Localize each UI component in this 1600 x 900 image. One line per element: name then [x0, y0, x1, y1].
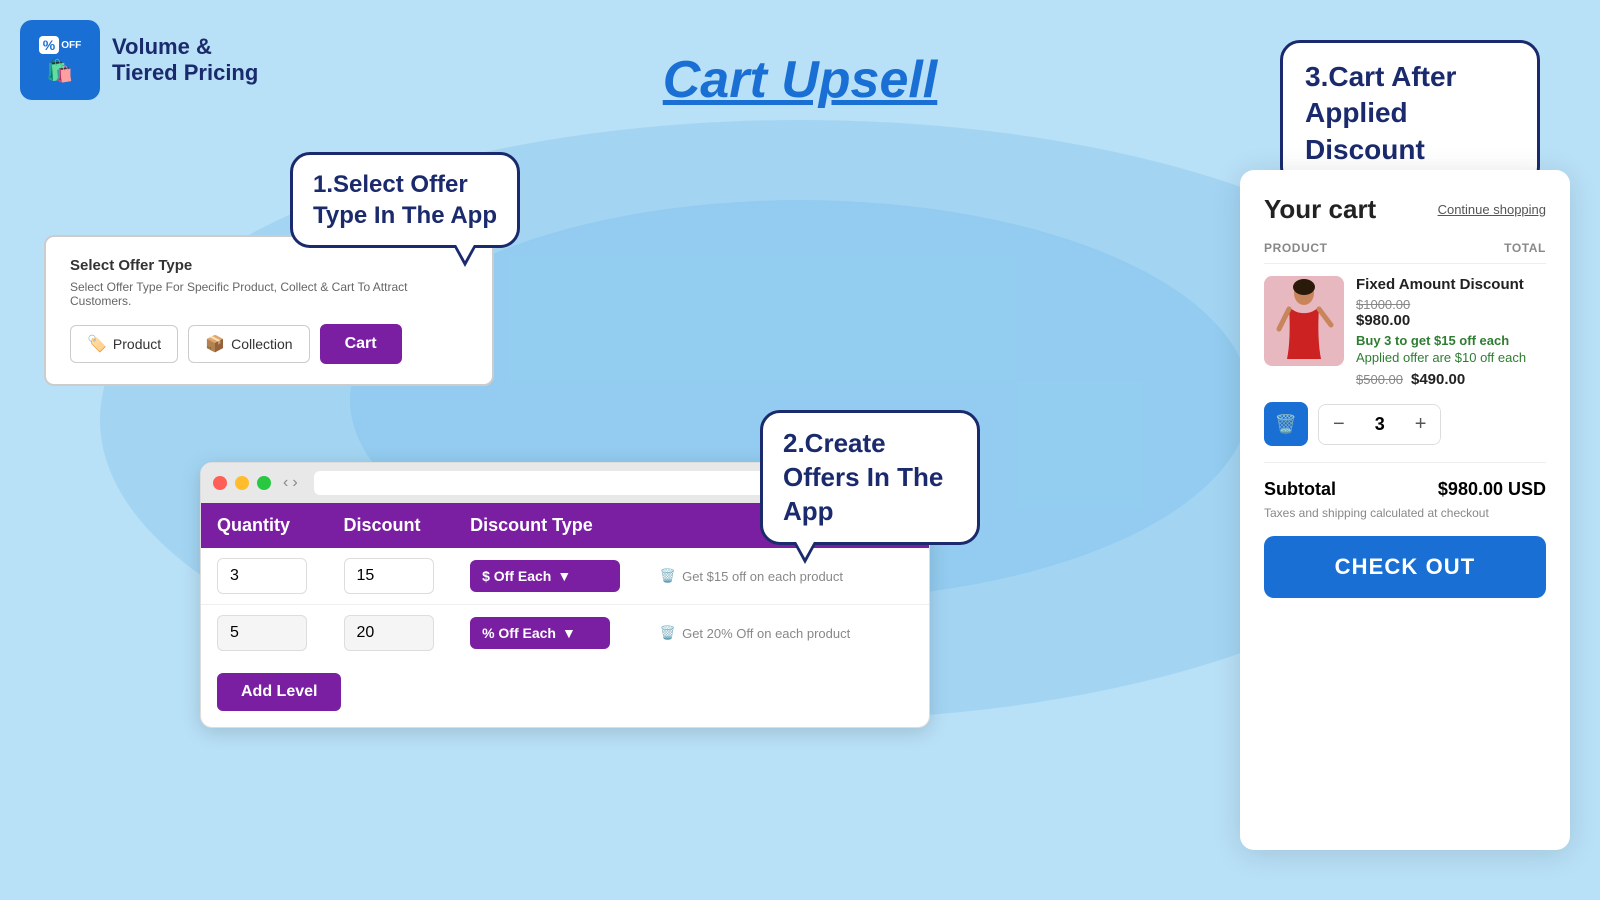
tax-note: Taxes and shipping calculated at checkou… [1264, 506, 1546, 520]
bubble-select-offer: 1.Select Offer Type In The App [290, 152, 520, 248]
row2-disc-cell [344, 615, 471, 651]
quantity-control: − 3 + [1318, 404, 1441, 445]
col-discount-type: Discount Type [470, 515, 660, 536]
cart-item-image [1264, 276, 1344, 366]
item-applied-text: Applied offer are $10 off each [1356, 350, 1546, 365]
collection-icon: 📦 [205, 334, 225, 354]
browser-forward-icon[interactable]: › [292, 474, 297, 492]
trash-icon-cart: 🗑️ [1275, 414, 1297, 435]
item-prices-row: $500.00 $490.00 [1356, 371, 1546, 388]
offer-panel-title: Select Offer Type [70, 257, 468, 274]
row1-discount-type-select[interactable]: $ Off Each ▼ [470, 560, 620, 592]
browser-dot-red [213, 476, 227, 490]
cart-panel: Your cart Continue shopping PRODUCT TOTA… [1240, 170, 1570, 850]
row2-discount-input[interactable] [344, 615, 434, 651]
item-price-final: $490.00 [1411, 371, 1465, 388]
trash-icon-row2[interactable]: 🗑️ [660, 625, 676, 641]
row1-qty-input[interactable] [217, 558, 307, 594]
browser-dot-yellow [235, 476, 249, 490]
item-price-discounted: $980.00 [1356, 312, 1546, 329]
cart-columns: PRODUCT TOTAL [1264, 241, 1546, 264]
cart-item: Fixed Amount Discount $1000.00 $980.00 B… [1264, 276, 1546, 388]
add-level-button[interactable]: Add Level [217, 673, 341, 711]
bubble-cart-after-discount: 3.Cart After Applied Discount [1280, 40, 1540, 187]
checkout-button[interactable]: CHECK OUT [1264, 536, 1546, 598]
row2-type-cell: % Off Each ▼ [470, 617, 660, 649]
cart-controls: 🗑️ − 3 + [1264, 402, 1546, 446]
product-icon: 🏷️ [87, 334, 107, 354]
item-name: Fixed Amount Discount [1356, 276, 1546, 293]
row2-discount-type-select[interactable]: % Off Each ▼ [470, 617, 610, 649]
col-discount: Discount [344, 515, 471, 536]
browser-nav[interactable]: ‹ › [283, 474, 298, 492]
row2-qty-input[interactable] [217, 615, 307, 651]
app-logo: % OFF 🛍️ [20, 20, 100, 100]
app-header: % OFF 🛍️ Volume & Tiered Pricing [20, 20, 258, 100]
cart-item-details: Fixed Amount Discount $1000.00 $980.00 B… [1356, 276, 1546, 388]
subtotal-row: Subtotal $980.00 USD [1264, 479, 1546, 500]
product-image-svg [1269, 279, 1339, 364]
col-product-label: PRODUCT [1264, 241, 1328, 255]
logo-percent: % [39, 36, 59, 54]
subtotal-label: Subtotal [1264, 479, 1336, 500]
btn-cart[interactable]: Cart [320, 324, 402, 364]
item-price-strike: $500.00 [1356, 372, 1403, 387]
btn-collection[interactable]: 📦 Collection [188, 325, 309, 363]
row1-disc-cell [344, 558, 471, 594]
row1-discount-input[interactable] [344, 558, 434, 594]
item-price-original: $1000.00 [1356, 297, 1546, 312]
row1-hint: 🗑️ Get $15 off on each product [660, 568, 913, 584]
offer-type-panel: Select Offer Type Select Offer Type For … [44, 235, 494, 386]
row2-hint: 🗑️ Get 20% Off on each product [660, 625, 913, 641]
row1-type-cell: $ Off Each ▼ [470, 560, 660, 592]
bubble-create-offers: 2.Create Offers In The App [760, 410, 980, 545]
delete-item-button[interactable]: 🗑️ [1264, 402, 1308, 446]
browser-back-icon[interactable]: ‹ [283, 474, 288, 492]
page-title: Cart Upsell [663, 50, 938, 110]
offer-type-buttons: 🏷️ Product 📦 Collection Cart [70, 324, 468, 364]
pricing-row-2: % Off Each ▼ 🗑️ Get 20% Off on each prod… [201, 605, 929, 661]
row2-qty-cell [217, 615, 344, 651]
browser-dot-green [257, 476, 271, 490]
continue-shopping-link[interactable]: Continue shopping [1438, 202, 1546, 217]
offer-panel-desc: Select Offer Type For Specific Product, … [70, 280, 468, 308]
pricing-row-1: $ Off Each ▼ 🗑️ Get $15 off on each prod… [201, 548, 929, 605]
logo-text: Volume & Tiered Pricing [112, 34, 258, 87]
item-offer-text: Buy 3 to get $15 off each [1356, 333, 1546, 348]
qty-decrease-button[interactable]: − [1319, 405, 1359, 444]
qty-display: 3 [1359, 406, 1401, 443]
btn-product[interactable]: 🏷️ Product [70, 325, 178, 363]
logo-bag-icon: 🛍️ [46, 58, 73, 84]
dropdown-icon-2: ▼ [562, 625, 576, 641]
logo-off: OFF [61, 40, 81, 51]
row1-qty-cell [217, 558, 344, 594]
col-quantity: Quantity [217, 515, 344, 536]
subtotal-value: $980.00 USD [1438, 479, 1546, 500]
cart-divider [1264, 462, 1546, 463]
cart-header: Your cart Continue shopping [1264, 194, 1546, 225]
qty-increase-button[interactable]: + [1401, 405, 1441, 444]
col-total-label: TOTAL [1504, 241, 1546, 255]
trash-icon-row1[interactable]: 🗑️ [660, 568, 676, 584]
dropdown-icon: ▼ [557, 568, 571, 584]
